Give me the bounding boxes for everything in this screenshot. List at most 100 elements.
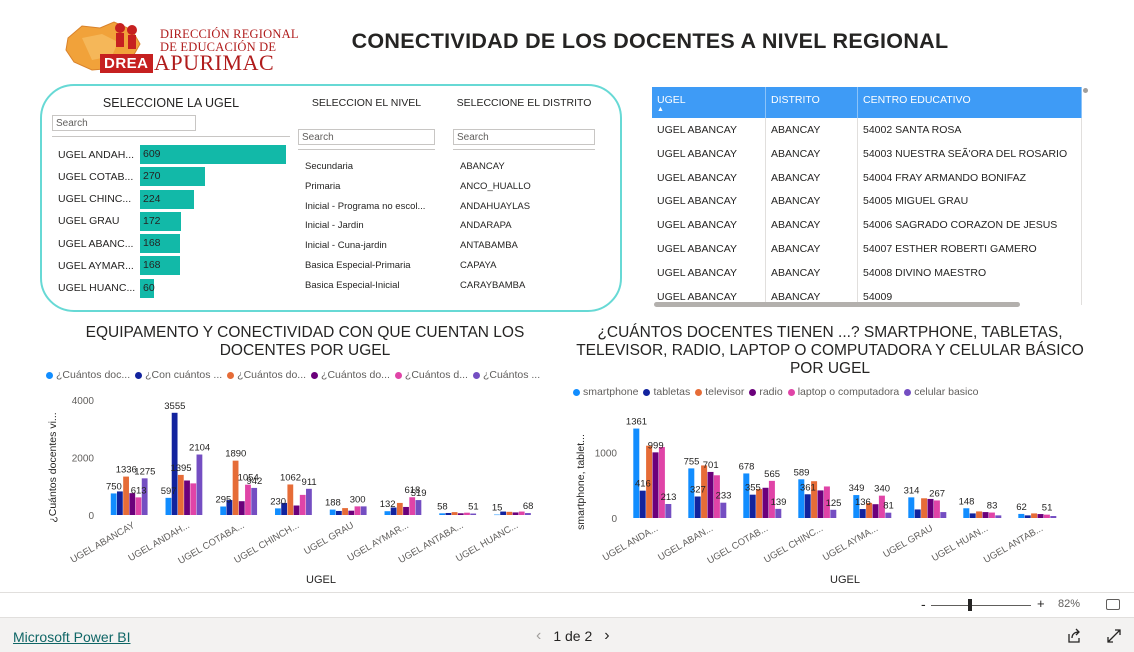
bar[interactable] bbox=[451, 512, 458, 515]
bar[interactable] bbox=[525, 513, 531, 515]
nivel-slicer-item[interactable]: Inicial - Jardin bbox=[305, 220, 435, 240]
bar[interactable] bbox=[415, 500, 422, 515]
bar[interactable] bbox=[348, 510, 355, 515]
bar[interactable] bbox=[908, 497, 915, 518]
bar[interactable] bbox=[439, 513, 446, 515]
bar[interactable] bbox=[396, 502, 403, 515]
ugel-slicer-item[interactable]: UGEL GRAU 172 bbox=[58, 211, 288, 231]
bar[interactable] bbox=[1043, 514, 1050, 518]
legend-item[interactable]: radio bbox=[749, 386, 783, 398]
bar[interactable] bbox=[470, 513, 477, 515]
table-scroll-dot[interactable] bbox=[1083, 88, 1088, 93]
table-row[interactable]: UGEL ABANCAY ABANCAY 54006 SAGRADO CORAZON… bbox=[652, 213, 1082, 237]
bar[interactable] bbox=[762, 487, 769, 518]
bar[interactable] bbox=[1050, 516, 1057, 518]
bar[interactable] bbox=[743, 473, 750, 518]
bar[interactable] bbox=[1018, 513, 1025, 518]
bar[interactable] bbox=[707, 471, 714, 518]
share-icon[interactable] bbox=[1066, 628, 1082, 644]
bar[interactable] bbox=[927, 498, 934, 518]
bar[interactable] bbox=[494, 514, 500, 516]
distrito-slicer-item[interactable]: CARAYBAMBA bbox=[460, 280, 595, 300]
bar[interactable] bbox=[196, 454, 203, 515]
distrito-slicer-item[interactable]: ANCO_HUALLO bbox=[460, 181, 595, 201]
bar[interactable] bbox=[384, 511, 391, 515]
bar[interactable] bbox=[135, 497, 142, 515]
bar[interactable] bbox=[749, 494, 756, 518]
legend-item[interactable]: celular basico bbox=[904, 386, 978, 398]
bar[interactable] bbox=[299, 494, 306, 515]
nivel-slicer-item[interactable]: Basica Especial-Primaria bbox=[305, 260, 435, 280]
legend-item[interactable]: tabletas bbox=[643, 386, 690, 398]
bar[interactable] bbox=[775, 508, 782, 518]
legend-item[interactable]: laptop o computadora bbox=[787, 386, 899, 398]
bar[interactable] bbox=[177, 474, 184, 515]
bar[interactable] bbox=[464, 512, 470, 515]
bar[interactable] bbox=[220, 506, 227, 515]
nivel-slicer-item[interactable]: Basica Especial-Inicial bbox=[305, 280, 435, 300]
bar[interactable] bbox=[184, 480, 190, 516]
ugel-slicer-item[interactable]: UGEL COTAB... 270 bbox=[58, 167, 288, 187]
bar[interactable] bbox=[445, 512, 452, 515]
power-bi-link[interactable]: Microsoft Power BI bbox=[13, 629, 130, 645]
nivel-search-input[interactable]: Search bbox=[298, 129, 435, 145]
legend-item[interactable]: smartphone bbox=[573, 386, 638, 398]
bar[interactable] bbox=[976, 511, 983, 518]
nivel-slicer-item[interactable]: Inicial - Programa no escol... bbox=[305, 201, 435, 221]
table-row[interactable]: UGEL ABANCAY ABANCAY 54004 FRAY ARMANDO BO… bbox=[652, 165, 1082, 190]
ugel-slicer-item[interactable]: UGEL CHINC... 224 bbox=[58, 189, 288, 209]
bar[interactable] bbox=[921, 498, 928, 518]
bar[interactable] bbox=[123, 476, 129, 515]
bar[interactable] bbox=[969, 513, 976, 518]
distrito-slicer-item[interactable]: ANTABAMBA bbox=[460, 240, 595, 260]
bar[interactable] bbox=[116, 491, 123, 515]
bar[interactable] bbox=[982, 512, 989, 518]
ugel-slicer-item[interactable]: UGEL ABANC... 168 bbox=[58, 234, 288, 254]
bar[interactable] bbox=[275, 508, 281, 515]
bar[interactable] bbox=[830, 509, 837, 518]
bar[interactable] bbox=[110, 493, 117, 515]
table-row[interactable]: UGEL ABANCAY ABANCAY 54005 MIGUEL GRAU bbox=[652, 189, 1082, 214]
distrito-search-input[interactable]: Search bbox=[453, 129, 595, 145]
bar[interactable] bbox=[403, 506, 409, 515]
bar[interactable] bbox=[354, 506, 361, 515]
bar[interactable] bbox=[817, 490, 824, 518]
bar[interactable] bbox=[129, 493, 136, 515]
bar[interactable] bbox=[859, 509, 866, 518]
bar[interactable] bbox=[963, 508, 970, 518]
bar[interactable] bbox=[506, 511, 513, 515]
bar[interactable] bbox=[238, 501, 245, 515]
ugel-search-input[interactable]: Search bbox=[52, 115, 196, 131]
column-header-ugel[interactable]: UGEL ▲ bbox=[652, 87, 766, 118]
bar[interactable] bbox=[306, 488, 312, 515]
zoom-slider-thumb[interactable] bbox=[968, 599, 972, 611]
bar[interactable] bbox=[409, 497, 416, 515]
bar[interactable] bbox=[720, 502, 727, 518]
bar[interactable] bbox=[658, 447, 665, 518]
bar[interactable] bbox=[518, 511, 525, 515]
bar[interactable] bbox=[872, 504, 879, 518]
zoom-out-button[interactable]: - bbox=[921, 596, 926, 612]
bar[interactable] bbox=[512, 512, 519, 515]
bar[interactable] bbox=[360, 506, 367, 515]
bar[interactable] bbox=[232, 460, 239, 515]
bar[interactable] bbox=[335, 510, 342, 515]
table-row[interactable]: UGEL ABANCAY ABANCAY 54007 ESTHER ROBERTI … bbox=[652, 236, 1082, 261]
distrito-slicer-item[interactable]: ANDAHUAYLAS bbox=[460, 201, 595, 221]
column-header-distrito[interactable]: DISTRITO bbox=[766, 87, 858, 118]
nivel-slicer-item[interactable]: Primaria bbox=[305, 181, 435, 201]
bar[interactable] bbox=[694, 496, 701, 518]
bar[interactable] bbox=[1024, 515, 1031, 518]
prev-page-icon[interactable]: ‹ bbox=[536, 627, 541, 645]
bar[interactable] bbox=[804, 494, 811, 518]
bar[interactable] bbox=[245, 484, 251, 515]
bar[interactable] bbox=[639, 490, 646, 518]
fullscreen-icon[interactable] bbox=[1106, 628, 1122, 644]
bar[interactable] bbox=[633, 428, 640, 518]
ugel-slicer-item[interactable]: UGEL AYMAR... 168 bbox=[58, 256, 288, 276]
bar[interactable] bbox=[995, 515, 1002, 518]
bar[interactable] bbox=[342, 508, 348, 515]
bar[interactable] bbox=[940, 512, 947, 518]
bar[interactable] bbox=[141, 478, 148, 515]
bar[interactable] bbox=[885, 512, 892, 518]
